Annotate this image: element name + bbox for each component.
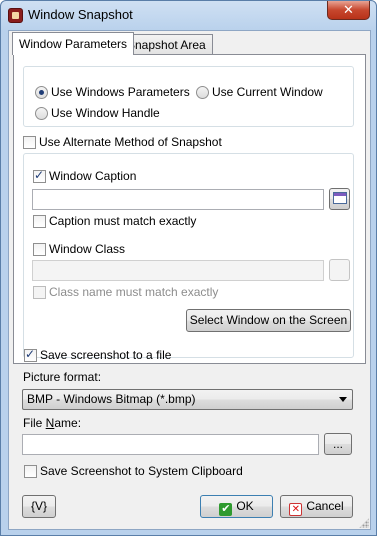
cancel-icon: ✕ [289, 503, 303, 516]
caption-match-exactly-checkbox[interactable] [33, 215, 46, 228]
dialog-body: Window Parameters Snapshot Area Use Wind… [8, 30, 371, 530]
resize-grip[interactable] [359, 518, 369, 528]
class-match-exactly-checkbox[interactable] [33, 286, 46, 299]
pick-window-caption-button[interactable] [329, 188, 350, 210]
window-caption-checkbox[interactable] [33, 168, 46, 183]
pick-window-class-button[interactable] [329, 259, 350, 281]
checkmark-icon: ✔ [219, 503, 233, 516]
close-button[interactable]: ✕ [327, 1, 370, 20]
window-picker-icon [333, 192, 347, 204]
alternate-method-checkbox[interactable] [23, 136, 36, 149]
save-to-file-label[interactable]: Save screenshot to a file [40, 348, 171, 362]
close-icon: ✕ [343, 2, 354, 17]
picture-format-value: BMP - Windows Bitmap (*.bmp) [27, 392, 196, 406]
window-caption-input[interactable] [32, 189, 324, 210]
save-to-file-checkbox[interactable] [24, 347, 37, 362]
radio-use-windows-parameters[interactable] [35, 86, 48, 99]
window-caption-label[interactable]: Window Caption [49, 169, 136, 183]
clipboard-label[interactable]: Save Screenshot to System Clipboard [40, 464, 243, 478]
cancel-label: Cancel [306, 499, 344, 513]
ok-label: OK [236, 499, 254, 513]
file-name-input[interactable] [22, 434, 319, 455]
alternate-method-label[interactable]: Use Alternate Method of Snapshot [39, 135, 222, 149]
radio-use-windows-parameters-label[interactable]: Use Windows Parameters [51, 85, 190, 99]
radio-use-current-window[interactable] [196, 86, 209, 99]
ok-button[interactable]: ✔ OK [200, 495, 273, 518]
tab-window-parameters[interactable]: Window Parameters [12, 32, 135, 55]
picture-format-select[interactable]: BMP - Windows Bitmap (*.bmp) [22, 389, 353, 410]
window-match-group: Window Caption Caption must match exactl… [23, 153, 354, 358]
title-bar[interactable]: Window Snapshot ✕ [1, 1, 376, 29]
window-title: Window Snapshot [28, 7, 133, 22]
radio-use-current-window-label[interactable]: Use Current Window [212, 85, 323, 99]
clipboard-checkbox[interactable] [24, 465, 37, 478]
browse-file-button[interactable]: ... [324, 433, 352, 455]
tab-panel-window-parameters: Use Windows Parameters Use Current Windo… [13, 54, 366, 364]
window-snapshot-dialog: Window Snapshot ✕ Window Parameters Snap… [0, 0, 377, 536]
cancel-button[interactable]: ✕ Cancel [280, 495, 353, 518]
app-icon [8, 8, 23, 23]
variables-button[interactable]: {V} [22, 495, 56, 518]
radio-use-window-handle[interactable] [35, 107, 48, 120]
caption-match-exactly-label[interactable]: Caption must match exactly [49, 214, 196, 228]
radio-use-window-handle-label[interactable]: Use Window Handle [51, 106, 160, 120]
window-class-label[interactable]: Window Class [49, 242, 125, 256]
mode-group: Use Windows Parameters Use Current Windo… [23, 66, 354, 127]
file-name-label: File Name: [23, 416, 82, 430]
window-class-input[interactable] [32, 260, 324, 281]
picture-format-label: Picture format: [23, 370, 102, 384]
select-window-on-screen-button[interactable]: Select Window on the Screen [186, 309, 351, 332]
class-match-exactly-label[interactable]: Class name must match exactly [49, 285, 218, 299]
window-class-checkbox[interactable] [33, 243, 46, 256]
chevron-down-icon [339, 397, 347, 402]
